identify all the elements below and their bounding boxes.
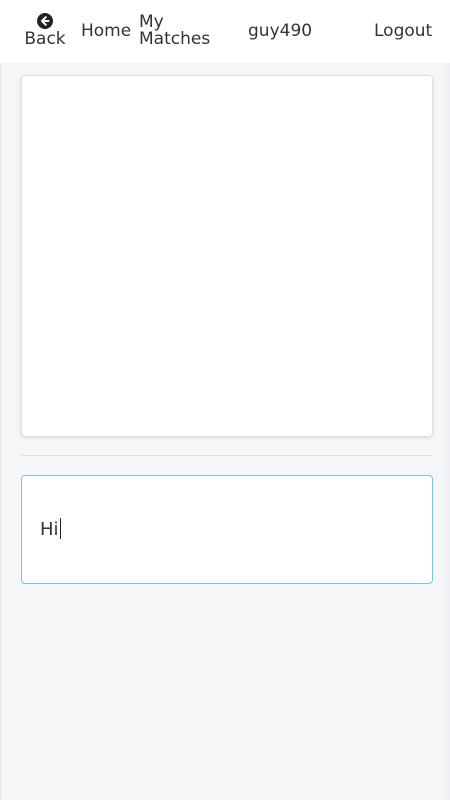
divider — [21, 455, 433, 456]
top-navbar: Back Home My Matches guy490 Logout — [0, 0, 450, 63]
chat-page-body: Hi — [0, 63, 450, 800]
message-input-value: Hi — [40, 519, 59, 540]
arrow-circle-left-icon — [37, 13, 53, 29]
my-matches-link[interactable]: My Matches — [139, 14, 219, 48]
message-input[interactable]: Hi — [21, 475, 433, 584]
back-button[interactable]: Back — [24, 13, 66, 48]
text-caret — [59, 518, 61, 539]
back-label: Back — [24, 29, 66, 49]
my-matches-label-line2: Matches — [139, 29, 211, 49]
username-link[interactable]: guy490 — [248, 23, 312, 40]
message-history-panel[interactable] — [21, 75, 433, 437]
home-link[interactable]: Home — [81, 23, 131, 40]
logout-link[interactable]: Logout — [374, 23, 432, 40]
